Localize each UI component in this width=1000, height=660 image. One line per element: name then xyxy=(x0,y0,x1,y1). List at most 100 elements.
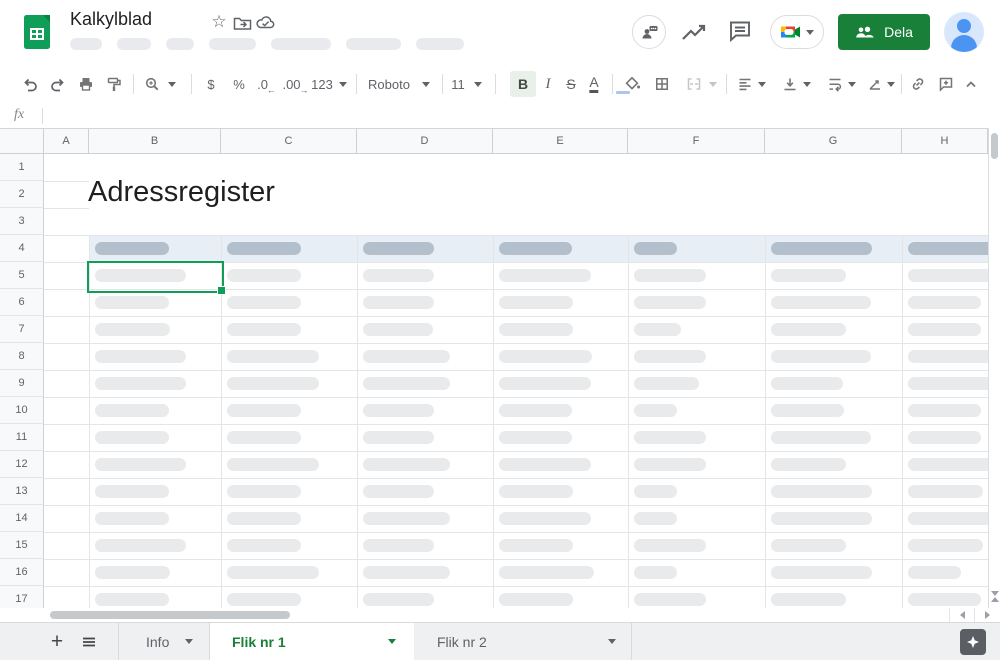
text-rotation-button[interactable] xyxy=(866,64,884,104)
font-family-select[interactable]: Roboto xyxy=(368,64,410,104)
vertical-scrollbar[interactable] xyxy=(988,128,1000,608)
text-color-button[interactable]: A xyxy=(589,64,598,104)
italic-button[interactable]: I xyxy=(546,64,551,104)
row-header-3[interactable]: 3 xyxy=(0,208,44,235)
print-button[interactable] xyxy=(77,64,95,104)
menu-item-placeholder[interactable] xyxy=(70,38,102,50)
cloud-saved-icon[interactable] xyxy=(255,13,275,31)
row-header-1[interactable]: 1 xyxy=(0,154,44,181)
gridline xyxy=(44,424,988,425)
vertical-align-button[interactable] xyxy=(781,64,799,104)
row-header-14[interactable]: 14 xyxy=(0,505,44,532)
font-size-caret[interactable] xyxy=(474,64,482,104)
increase-decimals-button[interactable]: .00→ xyxy=(282,64,309,104)
fill-color-button[interactable] xyxy=(623,64,641,104)
merge-cells-caret[interactable] xyxy=(709,64,717,104)
all-sheets-button[interactable] xyxy=(78,623,100,660)
format-currency-button[interactable]: $ xyxy=(207,64,214,104)
paint-format-button[interactable] xyxy=(105,64,123,104)
undo-button[interactable] xyxy=(21,64,39,104)
star-icon[interactable]: ☆ xyxy=(209,13,229,31)
row-header-13[interactable]: 13 xyxy=(0,478,44,505)
zoom-dropdown-caret[interactable] xyxy=(168,64,176,104)
decrease-decimals-button[interactable]: .0← xyxy=(257,64,277,104)
row-header-7[interactable]: 7 xyxy=(0,316,44,343)
bold-button[interactable]: B xyxy=(510,64,536,104)
horizontal-align-caret[interactable] xyxy=(758,64,766,104)
more-formats-caret[interactable] xyxy=(339,64,347,104)
font-family-caret[interactable] xyxy=(422,64,430,104)
sheets-logo-icon[interactable] xyxy=(24,15,50,49)
tab-info[interactable]: Info xyxy=(118,623,210,660)
menu-item-placeholder[interactable] xyxy=(166,38,194,50)
horizontal-align-button[interactable] xyxy=(736,64,754,104)
column-header-C[interactable]: C xyxy=(221,129,357,153)
vertical-scrollbar-thumb[interactable] xyxy=(991,133,998,159)
fill-handle[interactable] xyxy=(217,286,226,295)
meet-call-button[interactable] xyxy=(770,15,824,49)
row-header-17[interactable]: 17 xyxy=(0,586,44,608)
column-header-G[interactable]: G xyxy=(765,129,902,153)
add-sheet-button[interactable]: + xyxy=(46,623,68,660)
vertical-align-caret[interactable] xyxy=(803,64,811,104)
doc-title[interactable]: Kalkylblad xyxy=(70,9,152,30)
font-size-select[interactable]: 11 xyxy=(451,64,465,104)
scroll-right-button[interactable] xyxy=(974,608,999,622)
explore-button[interactable] xyxy=(960,629,986,655)
menu-item-placeholder[interactable] xyxy=(117,38,151,50)
cell-placeholder xyxy=(908,485,983,498)
cell-placeholder xyxy=(363,566,450,579)
menu-item-placeholder[interactable] xyxy=(209,38,256,50)
row-header-2[interactable]: 2 xyxy=(0,181,44,208)
toolbar-divider xyxy=(356,74,357,94)
horizontal-scrollbar[interactable] xyxy=(0,608,1000,622)
column-header-D[interactable]: D xyxy=(357,129,493,153)
row-header-11[interactable]: 11 xyxy=(0,424,44,451)
format-percent-button[interactable]: % xyxy=(233,64,245,104)
column-header-A[interactable]: A xyxy=(44,129,89,153)
move-to-folder-icon[interactable] xyxy=(232,13,252,31)
comments-icon[interactable] xyxy=(727,18,754,50)
tab-flik-nr-2-label: Flik nr 2 xyxy=(437,634,487,650)
zoom-button[interactable] xyxy=(143,64,161,104)
column-header-H[interactable]: H xyxy=(902,129,988,153)
column-header-F[interactable]: F xyxy=(628,129,765,153)
column-header-B[interactable]: B xyxy=(89,129,221,153)
text-wrap-caret[interactable] xyxy=(848,64,856,104)
column-header-E[interactable]: E xyxy=(493,129,628,153)
row-header-4[interactable]: 4 xyxy=(0,235,44,262)
strikethrough-button[interactable]: S xyxy=(566,64,575,104)
select-all-corner[interactable] xyxy=(0,129,44,153)
redo-button[interactable] xyxy=(49,64,67,104)
scroll-left-button[interactable] xyxy=(949,608,974,622)
merge-cells-button[interactable] xyxy=(685,64,703,104)
menu-item-placeholder[interactable] xyxy=(346,38,401,50)
account-avatar[interactable] xyxy=(944,12,984,52)
row-header-16[interactable]: 16 xyxy=(0,559,44,586)
row-header-15[interactable]: 15 xyxy=(0,532,44,559)
horizontal-scrollbar-thumb[interactable] xyxy=(50,611,290,619)
sheet-grid[interactable]: Adressregister 1234567891011121314151617 xyxy=(0,154,988,608)
row-header-5[interactable]: 5 xyxy=(0,262,44,289)
menu-item-placeholder[interactable] xyxy=(271,38,331,50)
text-wrap-button[interactable] xyxy=(826,64,844,104)
trend-insights-icon[interactable] xyxy=(680,22,710,49)
editors-activity-icon[interactable] xyxy=(632,15,666,49)
text-rotation-caret[interactable] xyxy=(887,64,895,104)
row-header-9[interactable]: 9 xyxy=(0,370,44,397)
tab-flik-nr-2[interactable]: Flik nr 2 xyxy=(414,623,632,660)
cell-placeholder xyxy=(908,404,981,417)
row-header-10[interactable]: 10 xyxy=(0,397,44,424)
row-header-12[interactable]: 12 xyxy=(0,451,44,478)
menu-bar-placeholders[interactable] xyxy=(70,38,464,50)
insert-link-button[interactable] xyxy=(909,64,927,104)
borders-button[interactable] xyxy=(653,64,671,104)
menu-item-placeholder[interactable] xyxy=(416,38,464,50)
hide-menus-chevron[interactable] xyxy=(962,64,980,104)
row-header-6[interactable]: 6 xyxy=(0,289,44,316)
more-formats-button[interactable]: 123 xyxy=(311,64,333,104)
tab-flik-nr-1[interactable]: Flik nr 1 xyxy=(210,623,414,660)
insert-comment-button[interactable] xyxy=(937,64,955,104)
row-header-8[interactable]: 8 xyxy=(0,343,44,370)
share-button[interactable]: Dela xyxy=(838,14,930,50)
